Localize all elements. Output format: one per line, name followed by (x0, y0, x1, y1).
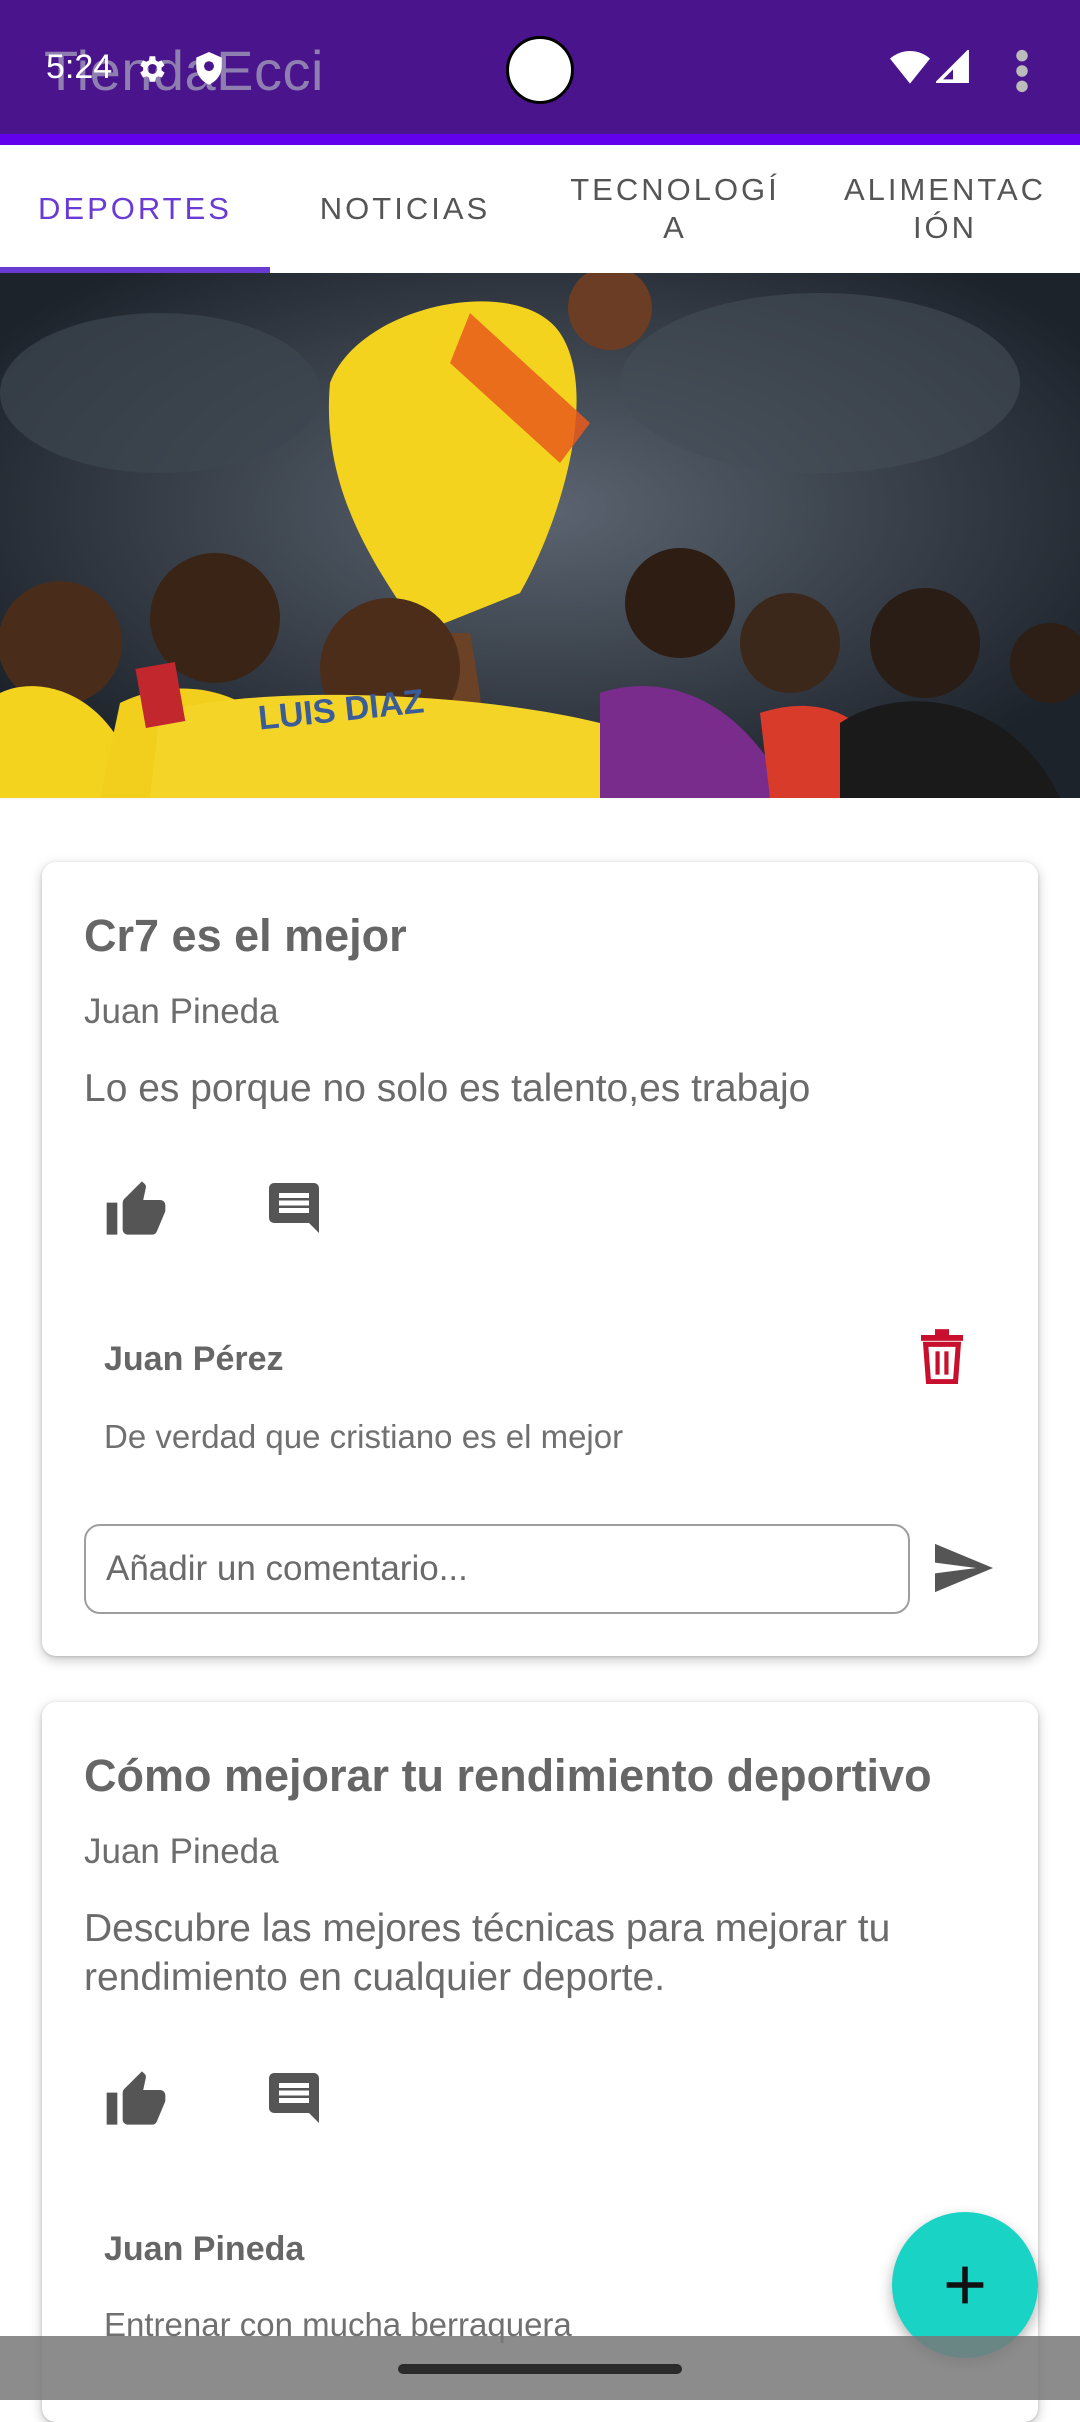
comment-text: De verdad que cristiano es el mejor (104, 1418, 624, 1455)
overflow-menu-icon[interactable] (1012, 48, 1032, 99)
comment-icon (269, 2073, 319, 2123)
comment-icon (269, 1183, 319, 1233)
tab-label: ALIMENTAC IÓN (843, 172, 1047, 245)
app-bar-accent (0, 134, 1080, 145)
thumb-up-icon (106, 1181, 166, 1235)
tab-alimentacion[interactable]: ALIMENTAC IÓN (810, 145, 1080, 273)
tab-tecnologia[interactable]: TECNOLOGÍ A (540, 145, 810, 273)
app-bar: TiendaEcci 5:24 (0, 0, 1080, 138)
tab-label: TECNOLOGÍ A (570, 172, 780, 245)
like-button[interactable] (96, 1168, 176, 1248)
status-time: 5:24 (46, 48, 113, 86)
settings-icon (134, 52, 168, 91)
post-card: Cr7 es el mejor Juan Pineda Lo es porque… (42, 862, 1038, 1656)
post-title: Cómo mejorar tu rendimiento deportivo (84, 1750, 932, 1801)
hero-photo (0, 273, 1080, 798)
plus-icon (946, 2266, 984, 2304)
post-title: Cr7 es el mejor (84, 910, 407, 961)
delete-comment-button[interactable] (902, 1316, 982, 1396)
post-author: Juan Pineda (84, 992, 279, 1031)
tab-label: NOTICIAS (319, 191, 491, 226)
comment-input[interactable] (84, 1524, 910, 1614)
comment-button[interactable] (254, 1168, 334, 1248)
signal-icon (934, 48, 970, 89)
comment-author: Juan Pineda (104, 2230, 305, 2268)
post-body: Descubre las mejores técnicas para mejor… (84, 1907, 891, 1999)
send-icon (935, 1543, 993, 1593)
post-author: Juan Pineda (84, 1832, 279, 1871)
tab-deportes[interactable]: DEPORTES (0, 145, 270, 273)
tab-label: DEPORTES (38, 191, 232, 226)
home-gesture-handle[interactable] (398, 2364, 682, 2374)
like-button[interactable] (96, 2058, 176, 2138)
trash-icon (921, 1329, 963, 1384)
camera-cutout (506, 36, 574, 104)
thumb-up-icon (106, 2071, 166, 2125)
tab-noticias[interactable]: NOTICIAS (270, 145, 540, 273)
system-nav-bar (0, 2336, 1080, 2400)
comment-button[interactable] (254, 2058, 334, 2138)
post-body: Lo es porque no solo es talento,es traba… (84, 1067, 811, 1110)
hero-image: LUIS DIAZ (0, 273, 1080, 798)
send-comment-button[interactable] (924, 1528, 1004, 1608)
post-card: Cómo mejorar tu rendimiento deportivo Ju… (42, 1702, 1038, 2422)
comment-author: Juan Pérez (104, 1340, 284, 1378)
shield-icon (192, 50, 226, 93)
wifi-icon (890, 50, 930, 89)
category-tabs: DEPORTES NOTICIAS TECNOLOGÍ A ALIMENTAC … (0, 145, 1080, 273)
